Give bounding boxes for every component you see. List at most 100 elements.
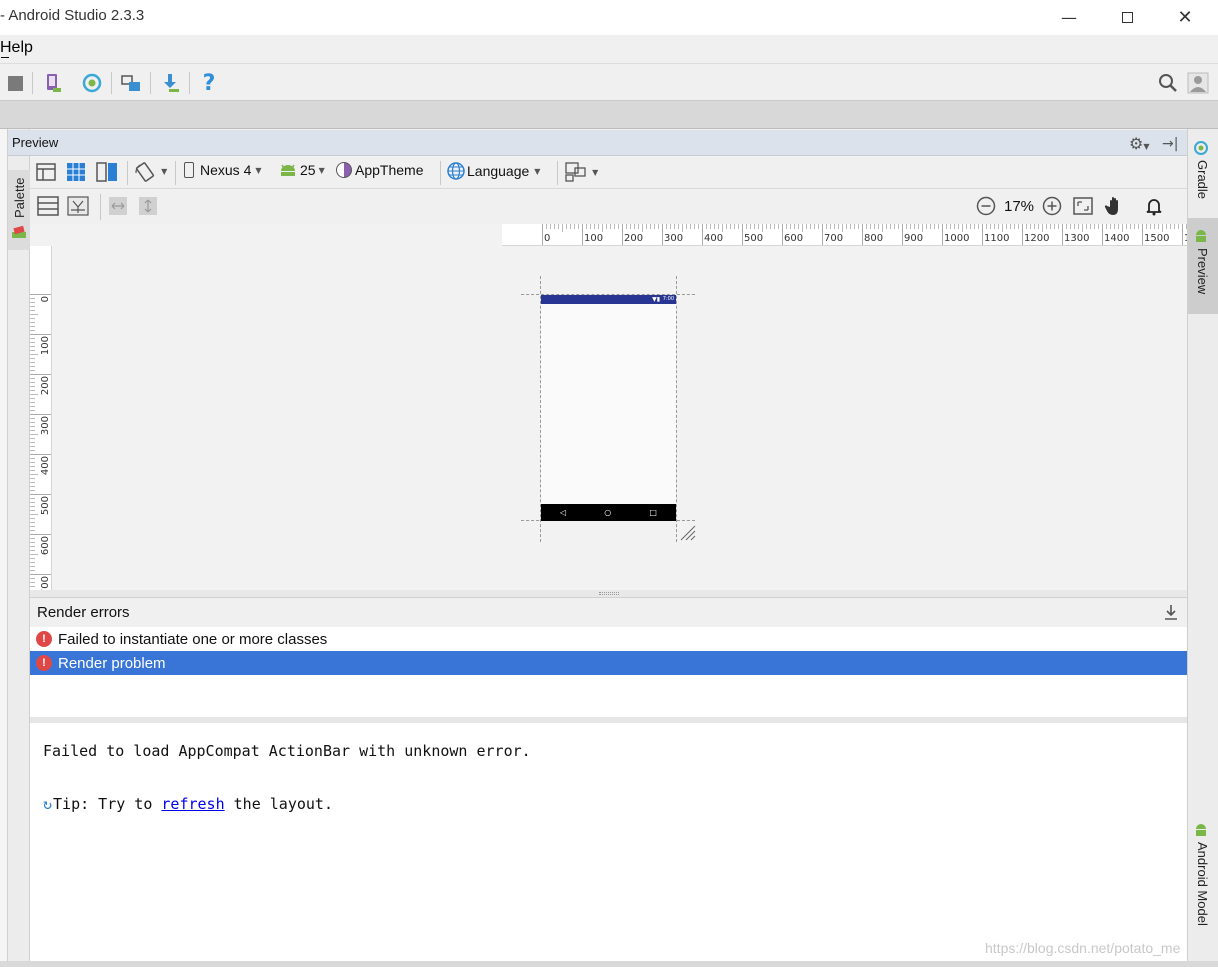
device-selector[interactable]: Nexus 4 ▼	[184, 162, 262, 178]
ruler-label: 1200	[1024, 233, 1050, 244]
arrows-vertical-icon	[139, 197, 157, 215]
preview-tab[interactable]: Preview	[1188, 218, 1218, 314]
hide-panel-button[interactable]: →|	[1162, 133, 1178, 152]
pan-button[interactable]	[1104, 195, 1126, 221]
minimize-icon: —	[1061, 8, 1077, 27]
ruler-minor-tick	[1090, 224, 1091, 229]
ruler-tick	[702, 224, 703, 245]
stop-button[interactable]	[2, 70, 28, 96]
android-model-tab-label: Android Model	[1195, 842, 1210, 926]
ruler-minor-tick	[30, 394, 38, 395]
project-structure-icon	[121, 75, 140, 91]
resize-handle-icon[interactable]	[679, 524, 697, 542]
expand-horizontal-button[interactable]	[108, 196, 128, 220]
ruler-minor-tick	[1186, 224, 1187, 229]
menu-help[interactable]: Help	[0, 39, 33, 57]
avd-manager-button[interactable]	[40, 70, 66, 96]
error-item[interactable]: ! Failed to instantiate one or more clas…	[30, 627, 1187, 651]
ruler-minor-tick	[30, 502, 35, 503]
orientation-button[interactable]: ▼	[134, 161, 167, 187]
gear-icon: ⚙	[1129, 134, 1144, 153]
ruler-minor-tick	[834, 224, 835, 229]
avd-manager-icon	[47, 74, 61, 92]
error-detail-pane: Failed to load AppCompat ActionBar with …	[30, 723, 1187, 963]
ruler-minor-tick	[850, 224, 851, 229]
ruler-minor-tick	[802, 224, 803, 232]
sync-gradle-button[interactable]	[79, 70, 105, 96]
language-selector[interactable]: Language ▼	[447, 162, 540, 180]
design-surface-icon	[36, 163, 56, 181]
ruler-minor-tick	[1066, 224, 1067, 229]
layout-variants-button[interactable]: ▼	[565, 162, 598, 186]
ruler-minor-tick	[30, 338, 35, 339]
android-model-tab[interactable]: Android Model	[1188, 818, 1218, 938]
ruler-tick	[30, 294, 51, 295]
theme-label: AppTheme	[355, 162, 424, 178]
ruler-minor-tick	[930, 224, 931, 229]
zoom-out-button[interactable]	[976, 196, 996, 220]
toggle-markers-button[interactable]	[67, 196, 89, 220]
ruler-minor-tick	[830, 224, 831, 229]
recents-icon: □	[649, 508, 657, 517]
design-and-blueprint-button[interactable]	[96, 162, 118, 186]
error-item-selected[interactable]: ! Render problem	[30, 651, 1187, 675]
ruler-minor-tick	[30, 466, 35, 467]
ruler-label: 400	[40, 456, 51, 476]
preview-toolbar: ▼ Nexus 4 ▼ 25 ▼ AppTheme Language ▼ ▼	[30, 157, 1187, 189]
panel-splitter[interactable]	[30, 590, 1187, 597]
ruler-minor-tick	[722, 224, 723, 232]
blueprint-mode-button[interactable]	[66, 162, 86, 186]
refresh-link[interactable]: refresh	[161, 795, 224, 813]
ruler-minor-tick	[918, 224, 919, 229]
download-icon	[1165, 605, 1177, 620]
chevron-down-icon: ▼	[1143, 142, 1150, 151]
search-everywhere-button[interactable]	[1155, 70, 1181, 96]
zoom-to-fit-button[interactable]	[1073, 196, 1093, 220]
ruler-minor-tick	[710, 224, 711, 229]
project-structure-button[interactable]	[118, 70, 144, 96]
ruler-minor-tick	[638, 224, 639, 229]
theme-icon	[336, 162, 352, 178]
design-mode-button[interactable]	[36, 162, 56, 186]
ruler-minor-tick	[1134, 224, 1135, 229]
ruler-label: 600	[784, 233, 804, 244]
ruler-minor-tick	[1050, 224, 1051, 229]
ruler-minor-tick	[786, 224, 787, 229]
ruler-label: 1000	[944, 233, 970, 244]
export-button[interactable]	[1163, 603, 1179, 625]
ruler-minor-tick	[30, 498, 35, 499]
sdk-manager-button[interactable]	[157, 70, 183, 96]
zoom-in-button[interactable]	[1042, 196, 1062, 220]
editor-gutter	[0, 129, 8, 967]
help-button[interactable]: ?	[196, 70, 222, 96]
user-account-button[interactable]	[1185, 70, 1211, 96]
gradle-tab[interactable]: Gradle	[1188, 136, 1218, 206]
ruler-minor-tick	[714, 224, 715, 229]
palette-tab[interactable]: Palette	[8, 170, 30, 250]
ruler-label: 1300	[1064, 233, 1090, 244]
minimize-button[interactable]: —	[1040, 0, 1098, 35]
rotate-device-icon	[135, 162, 155, 182]
tip-prefix: Tip: Try to	[53, 795, 162, 813]
notifications-button[interactable]	[1144, 196, 1164, 220]
preview-settings-button[interactable]: ⚙▼	[1129, 134, 1150, 153]
ruler-minor-tick	[30, 542, 35, 543]
view-options-button[interactable]	[37, 196, 59, 220]
maximize-button[interactable]	[1098, 0, 1156, 35]
close-button[interactable]: ✕	[1156, 0, 1214, 35]
android-icon	[281, 164, 295, 176]
expand-vertical-button[interactable]	[138, 196, 158, 220]
ruler-minor-tick	[878, 224, 879, 229]
api-level-selector[interactable]: 25 ▼	[278, 162, 325, 178]
ruler-minor-tick	[1122, 224, 1123, 232]
markers-icon	[67, 196, 89, 216]
device-screen[interactable]: 7:00 ▼▮ ◁ ○ □	[541, 295, 676, 521]
ruler-minor-tick	[858, 224, 859, 229]
theme-selector[interactable]: AppTheme	[336, 162, 423, 178]
ruler-tick	[582, 224, 583, 245]
ruler-minor-tick	[1046, 224, 1047, 229]
ruler-minor-tick	[838, 224, 839, 229]
ruler-minor-tick	[30, 314, 38, 315]
android-icon	[1196, 824, 1206, 836]
ruler-label: 500	[744, 233, 764, 244]
